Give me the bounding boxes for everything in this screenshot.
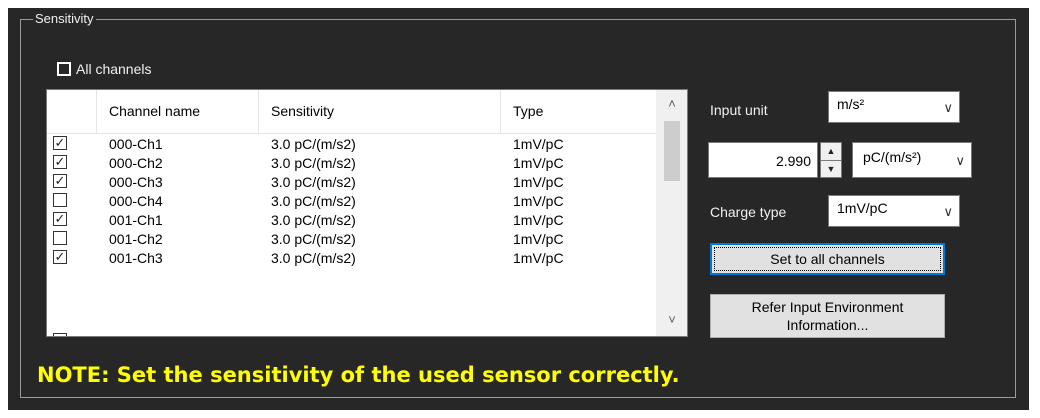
sensitivity-cell: 3.0 pC/(m/s2) bbox=[271, 250, 356, 266]
input-unit-label: Input unit bbox=[710, 102, 768, 118]
vertical-scrollbar[interactable]: ˄ ˅ bbox=[656, 90, 687, 336]
type-cell: 1mV/pC bbox=[513, 231, 564, 247]
row-checkbox[interactable] bbox=[53, 231, 67, 245]
charge-type-select[interactable]: 1mV/pC ∨ bbox=[828, 195, 960, 227]
type-cell: 1mV/pC bbox=[513, 250, 564, 266]
checkbox-icon[interactable] bbox=[57, 62, 71, 76]
channel-name-cell: 000-Ch3 bbox=[109, 174, 163, 190]
row-checkbox[interactable]: ✓ bbox=[53, 136, 67, 150]
table-row[interactable]: ✓ 000-Ch1 3.0 pC/(m/s2) 1mV/pC bbox=[47, 134, 657, 153]
input-unit-value: m/s² bbox=[837, 96, 865, 112]
sensitivity-cell: 3.0 pC/(m/s2) bbox=[271, 136, 356, 152]
stepper-down-icon[interactable]: ▼ bbox=[821, 161, 841, 178]
row-checkbox[interactable]: ✓ bbox=[53, 250, 67, 264]
chevron-down-icon: ∨ bbox=[943, 204, 953, 219]
type-cell: 1mV/pC bbox=[513, 212, 564, 228]
sensitivity-value-input[interactable]: 2.990 bbox=[708, 142, 818, 178]
sensitivity-cell: 3.0 pC/(m/s2) bbox=[271, 212, 356, 228]
table-row[interactable]: 000-Ch4 3.0 pC/(m/s2) 1mV/pC bbox=[47, 191, 657, 210]
scroll-up-icon[interactable]: ˄ bbox=[657, 94, 687, 114]
sensitivity-stepper[interactable]: ▲ ▼ bbox=[820, 142, 842, 178]
row-checkbox[interactable]: ✓ bbox=[53, 174, 67, 188]
note-text: NOTE: Set the sensitivity of the used se… bbox=[37, 363, 680, 387]
chevron-down-icon: ∨ bbox=[943, 100, 953, 115]
channel-name-cell: 001-Ch3 bbox=[109, 250, 163, 266]
header-channel-name[interactable]: Channel name bbox=[97, 90, 259, 133]
row-checkbox[interactable]: ✓ bbox=[53, 155, 67, 169]
channel-name-cell: 001-Ch2 bbox=[109, 231, 163, 247]
table-row[interactable]: 001-Ch2 3.0 pC/(m/s2) 1mV/pC bbox=[47, 229, 657, 248]
refer-button-line2: Information... bbox=[786, 317, 869, 333]
set-to-all-channels-button[interactable]: Set to all channels bbox=[710, 243, 945, 275]
list-header: Channel name Sensitivity Type bbox=[47, 90, 657, 134]
sensitivity-unit-select[interactable]: pC/(m/s²) ∨ bbox=[852, 142, 972, 178]
all-channels-checkbox[interactable]: All channels bbox=[57, 61, 152, 77]
sensitivity-cell: 3.0 pC/(m/s2) bbox=[271, 155, 356, 171]
charge-type-value: 1mV/pC bbox=[837, 200, 888, 216]
sensitivity-value: 2.990 bbox=[775, 153, 811, 169]
table-row[interactable]: ✓ 000-Ch3 3.0 pC/(m/s2) 1mV/pC bbox=[47, 172, 657, 191]
chevron-down-icon: ∨ bbox=[955, 153, 965, 168]
table-row[interactable]: ✓ 001-Ch1 3.0 pC/(m/s2) 1mV/pC bbox=[47, 210, 657, 229]
header-type[interactable]: Type bbox=[501, 90, 657, 133]
channel-list[interactable]: Channel name Sensitivity Type ✓ 000-Ch1 3.… bbox=[46, 89, 688, 337]
channel-name-cell: 000-Ch1 bbox=[109, 136, 163, 152]
row-checkbox[interactable] bbox=[53, 333, 67, 336]
header-sensitivity[interactable]: Sensitivity bbox=[259, 90, 501, 133]
charge-type-label: Charge type bbox=[710, 204, 787, 220]
sensitivity-cell: 3.0 pC/(m/s2) bbox=[271, 193, 356, 209]
row-checkbox[interactable] bbox=[53, 193, 67, 207]
table-row[interactable]: ✓ 000-Ch2 3.0 pC/(m/s2) 1mV/pC bbox=[47, 153, 657, 172]
refer-input-environment-button[interactable]: Refer Input Environment Information... bbox=[710, 294, 945, 338]
channel-name-cell: 000-Ch2 bbox=[109, 155, 163, 171]
table-row-partial[interactable] bbox=[47, 330, 657, 336]
stepper-up-icon[interactable]: ▲ bbox=[821, 143, 841, 161]
channel-name-cell: 001-Ch1 bbox=[109, 212, 163, 228]
input-unit-select[interactable]: m/s² ∨ bbox=[828, 91, 960, 123]
channel-name-cell: 000-Ch4 bbox=[109, 193, 163, 209]
all-channels-label: All channels bbox=[76, 61, 152, 77]
scroll-thumb[interactable] bbox=[664, 121, 680, 181]
row-checkbox[interactable]: ✓ bbox=[53, 212, 67, 226]
sensitivity-unit-value: pC/(m/s²) bbox=[863, 149, 922, 165]
list-rows: ✓ 000-Ch1 3.0 pC/(m/s2) 1mV/pC ✓ 000-Ch2 3.0 p… bbox=[47, 134, 657, 267]
group-title: Sensitivity bbox=[33, 11, 96, 26]
type-cell: 1mV/pC bbox=[513, 193, 564, 209]
sensitivity-cell: 3.0 pC/(m/s2) bbox=[271, 174, 356, 190]
type-cell: 1mV/pC bbox=[513, 136, 564, 152]
scroll-down-icon[interactable]: ˅ bbox=[657, 310, 687, 330]
table-row[interactable]: ✓ 001-Ch3 3.0 pC/(m/s2) 1mV/pC bbox=[47, 248, 657, 267]
header-check-column[interactable] bbox=[47, 90, 97, 133]
sensitivity-cell: 3.0 pC/(m/s2) bbox=[271, 231, 356, 247]
type-cell: 1mV/pC bbox=[513, 155, 564, 171]
type-cell: 1mV/pC bbox=[513, 174, 564, 190]
refer-button-line1: Refer Input Environment bbox=[751, 299, 904, 315]
